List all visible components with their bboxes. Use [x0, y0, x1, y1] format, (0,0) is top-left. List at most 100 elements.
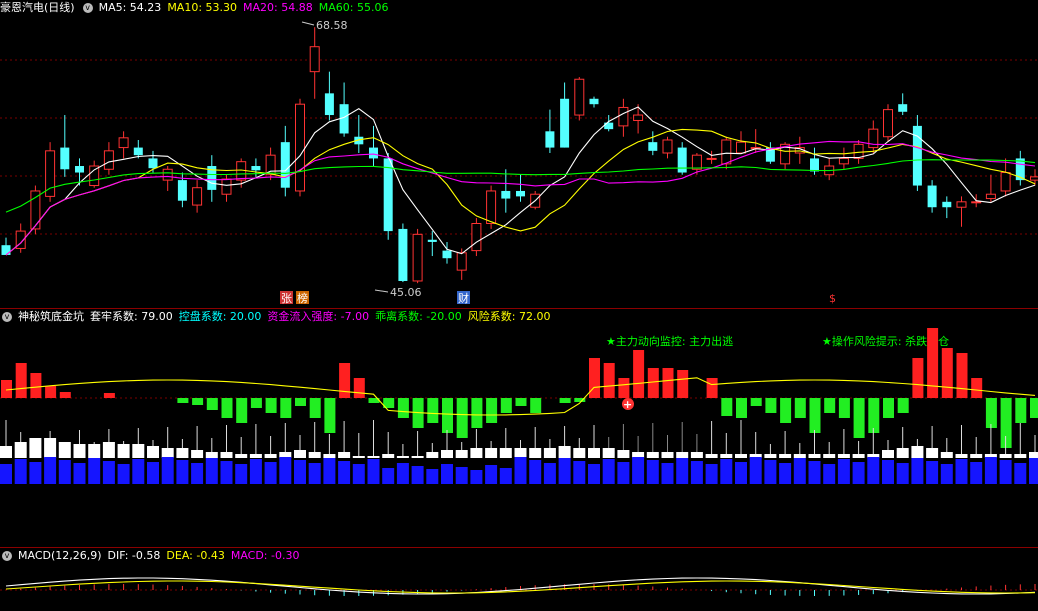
histogram-bar-down: [515, 398, 527, 406]
blue-block: [999, 460, 1012, 484]
candle-body: [60, 147, 70, 170]
white-block: [940, 452, 953, 458]
histogram-bar-up: [30, 373, 42, 398]
histogram-bar-down: [324, 398, 336, 433]
white-block: [573, 448, 586, 458]
candle-body: [177, 180, 187, 201]
blue-block: [279, 457, 292, 484]
candle-body: [383, 158, 393, 232]
blue-block: [426, 469, 439, 484]
candle-body: [662, 139, 673, 154]
histogram-bar-down: [250, 398, 262, 408]
candle-body: [971, 201, 982, 204]
white-block: [617, 450, 630, 458]
histogram-bar-down: [206, 398, 218, 410]
histogram-bar-up: [956, 353, 968, 398]
blue-block: [14, 459, 27, 484]
candle-body: [677, 147, 687, 173]
event-marker: 财: [458, 291, 469, 305]
candle-body: [280, 142, 290, 188]
histogram-bar-up: [353, 378, 365, 398]
white-block: [426, 452, 439, 458]
candle-body: [30, 190, 41, 230]
candle-body: [560, 98, 570, 148]
event-marker: 张: [281, 292, 292, 305]
white-block: [294, 450, 306, 458]
histogram-bar-down: [192, 398, 204, 405]
blue-block: [441, 464, 453, 484]
histogram-bar-down: [471, 398, 483, 428]
candle-body: [309, 46, 320, 73]
candle-body: [736, 141, 746, 154]
blue-block: [984, 457, 997, 484]
histogram-bar-up: [1, 380, 12, 398]
histogram-bar-down: [824, 398, 836, 413]
white-block: [411, 456, 424, 458]
candle-body: [927, 185, 937, 208]
white-block: [58, 442, 71, 458]
white-block: [1014, 454, 1027, 458]
candle-body: [589, 98, 599, 105]
blue-block: [1014, 463, 1027, 484]
candle-body: [89, 165, 100, 187]
white-block: [793, 454, 806, 458]
blue-block: [793, 458, 806, 484]
plus-marker-label: +: [623, 398, 632, 411]
blue-block: [58, 460, 71, 484]
candle-body: [75, 166, 84, 173]
histogram-bar-up: [706, 378, 718, 398]
blue-block: [911, 458, 924, 484]
white-block: [690, 452, 703, 458]
white-block: [220, 452, 233, 458]
blue-block: [352, 464, 365, 484]
white-block: [352, 456, 365, 458]
blue-block: [117, 464, 130, 484]
white-block: [779, 454, 792, 458]
candle-body: [883, 109, 893, 138]
high-price-label: 68.58: [316, 19, 348, 32]
histogram-bar-down: [809, 398, 821, 433]
blue-block: [690, 461, 703, 484]
blue-block: [573, 461, 586, 484]
histogram-bar-down: [736, 398, 747, 418]
white-block: [338, 452, 351, 458]
histogram-bar-up: [15, 363, 27, 398]
white-block: [676, 452, 689, 458]
blue-block: [44, 457, 57, 484]
blue-block: [470, 470, 483, 484]
candle-body: [369, 147, 378, 159]
histogram-bar-down: [838, 398, 850, 418]
white-block: [117, 444, 130, 458]
candle-body: [192, 187, 203, 206]
white-block: [646, 452, 659, 458]
histogram-bar-up: [677, 370, 689, 398]
white-block: [955, 454, 968, 458]
histogram-bar-up: [971, 378, 983, 398]
histogram-bar-up: [647, 368, 659, 398]
histogram-bar-down: [456, 398, 468, 438]
histogram-bar-down: [309, 398, 321, 418]
white-block: [132, 444, 145, 458]
blue-block: [940, 464, 953, 484]
histogram-bar-down: [853, 398, 865, 438]
histogram-bar-down: [221, 398, 233, 418]
chart-canvas[interactable]: 68.58 45.06 张榜 财 $ +: [0, 0, 1038, 611]
low-pointer: [374, 289, 389, 293]
blue-block: [720, 459, 733, 484]
candle-body: [516, 190, 525, 197]
white-block: [205, 452, 218, 458]
blue-block: [161, 457, 174, 484]
blue-block: [661, 463, 674, 484]
blue-block: [588, 464, 600, 484]
white-block: [88, 444, 101, 458]
histogram-bar-down: [530, 398, 542, 413]
white-block: [0, 446, 12, 458]
blue-block: [558, 458, 571, 484]
candle-body: [251, 166, 261, 171]
blue-block: [102, 461, 115, 484]
candle-body: [898, 104, 908, 112]
white-block: [896, 448, 909, 458]
white-block: [558, 446, 571, 458]
blue-block: [29, 462, 42, 484]
white-block: [514, 448, 527, 458]
